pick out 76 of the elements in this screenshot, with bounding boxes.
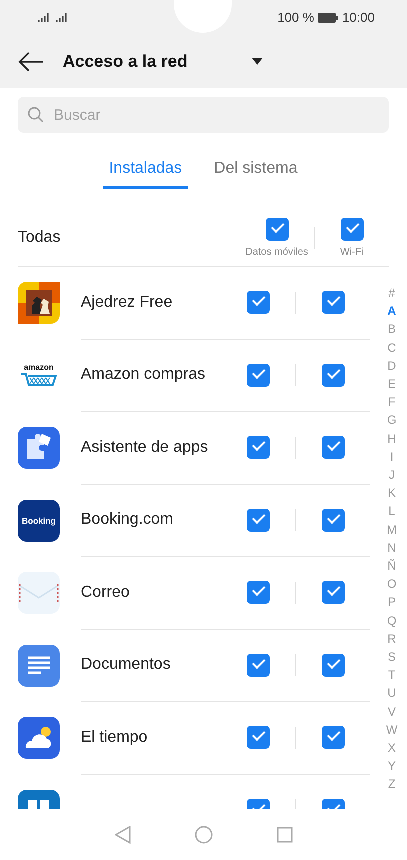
battery-percent: 100 % bbox=[278, 10, 314, 25]
app-name: Ajedrez Free bbox=[81, 294, 173, 311]
index-letter[interactable]: Ñ bbox=[388, 557, 396, 576]
index-letter[interactable]: X bbox=[388, 739, 396, 758]
app-name: Booking.com bbox=[81, 511, 174, 528]
index-letter[interactable]: C bbox=[388, 338, 396, 357]
column-label: Datos móviles bbox=[246, 246, 308, 258]
column-label: Wi-Fi bbox=[340, 246, 364, 258]
index-letter[interactable]: P bbox=[388, 593, 396, 612]
index-letter[interactable]: I bbox=[390, 448, 394, 466]
wifi-checkbox[interactable] bbox=[322, 508, 344, 532]
wifi-checkbox[interactable] bbox=[322, 726, 344, 750]
mobile-data-checkbox[interactable] bbox=[246, 726, 270, 750]
index-letter[interactable]: M bbox=[387, 520, 397, 539]
tab[interactable]: Del sistema bbox=[208, 160, 304, 189]
mobile-data-checkbox[interactable] bbox=[246, 436, 270, 460]
index-letter[interactable]: # bbox=[388, 284, 396, 302]
index-letter[interactable]: W bbox=[386, 720, 398, 740]
wifi-checkbox[interactable] bbox=[322, 581, 344, 604]
screen-title: Acceso a la red bbox=[63, 52, 188, 72]
search-icon bbox=[28, 107, 44, 123]
app-name: Asistente de apps bbox=[81, 438, 208, 456]
home-nav-icon[interactable] bbox=[194, 826, 212, 844]
mobile-data-checkbox[interactable] bbox=[246, 654, 270, 677]
search-bar[interactable]: Buscar bbox=[18, 97, 389, 133]
back-nav-icon[interactable] bbox=[114, 826, 130, 844]
document-icon bbox=[18, 644, 60, 687]
mobile-data-checkbox[interactable] bbox=[246, 364, 270, 387]
tab[interactable]: Instaladas bbox=[103, 160, 188, 189]
clock: 10:00 bbox=[342, 10, 375, 25]
wifi-checkbox[interactable] bbox=[322, 291, 344, 314]
index-letter[interactable]: N bbox=[388, 538, 396, 558]
back-arrow-icon[interactable] bbox=[18, 52, 44, 72]
index-letter[interactable]: S bbox=[388, 648, 396, 666]
index-letter[interactable]: E bbox=[388, 375, 396, 394]
mobile-data-checkbox[interactable] bbox=[246, 291, 270, 314]
index-letter[interactable]: K bbox=[388, 484, 396, 502]
mobile-data-checkbox[interactable] bbox=[266, 218, 288, 240]
app-name: Correo bbox=[81, 584, 130, 601]
index-letter[interactable]: T bbox=[388, 666, 396, 684]
index-letter[interactable]: F bbox=[388, 393, 396, 412]
all-apps-label: Todas bbox=[18, 228, 62, 246]
index-letter[interactable]: Z bbox=[388, 775, 396, 794]
index-letter[interactable]: L bbox=[388, 502, 396, 521]
index-letter[interactable]: Y bbox=[388, 757, 396, 776]
index-letter[interactable]: V bbox=[388, 702, 396, 721]
wifi-checkbox[interactable] bbox=[322, 364, 344, 387]
recents-nav-icon[interactable] bbox=[276, 827, 292, 843]
booking-logo: Booking bbox=[18, 500, 60, 542]
app-name: Amazon compras bbox=[81, 366, 206, 384]
mobile-data-checkbox[interactable] bbox=[246, 581, 270, 604]
app-name: Documentos bbox=[81, 656, 171, 674]
index-letter[interactable]: H bbox=[388, 430, 396, 448]
wifi-checkbox[interactable] bbox=[322, 654, 344, 677]
wifi-checkbox[interactable] bbox=[340, 218, 364, 240]
index-letter[interactable]: A bbox=[388, 302, 396, 320]
mobile-data-checkbox[interactable] bbox=[246, 508, 270, 532]
index-letter[interactable]: R bbox=[388, 630, 396, 648]
app-name: El tiempo bbox=[81, 728, 148, 746]
search-field[interactable]: Buscar bbox=[52, 106, 352, 124]
index-letter[interactable]: J bbox=[389, 466, 395, 484]
battery-icon bbox=[318, 12, 338, 22]
index-letter[interactable]: U bbox=[388, 684, 396, 703]
wifi-checkbox[interactable] bbox=[322, 436, 344, 460]
weather-icon bbox=[18, 717, 60, 760]
chess-icon bbox=[18, 282, 60, 324]
index-letter[interactable]: G bbox=[387, 411, 397, 430]
index-letter[interactable]: Q bbox=[387, 612, 397, 630]
signal-icon bbox=[38, 12, 68, 23]
envelope-icon bbox=[18, 572, 60, 614]
puzzle-icon bbox=[18, 427, 60, 470]
amazon-logo: amazon bbox=[18, 363, 60, 388]
index-letter[interactable]: O bbox=[387, 575, 397, 594]
dropdown-caret-icon[interactable] bbox=[252, 58, 263, 65]
index-letter[interactable]: B bbox=[388, 320, 396, 339]
index-letter[interactable]: D bbox=[388, 356, 396, 376]
